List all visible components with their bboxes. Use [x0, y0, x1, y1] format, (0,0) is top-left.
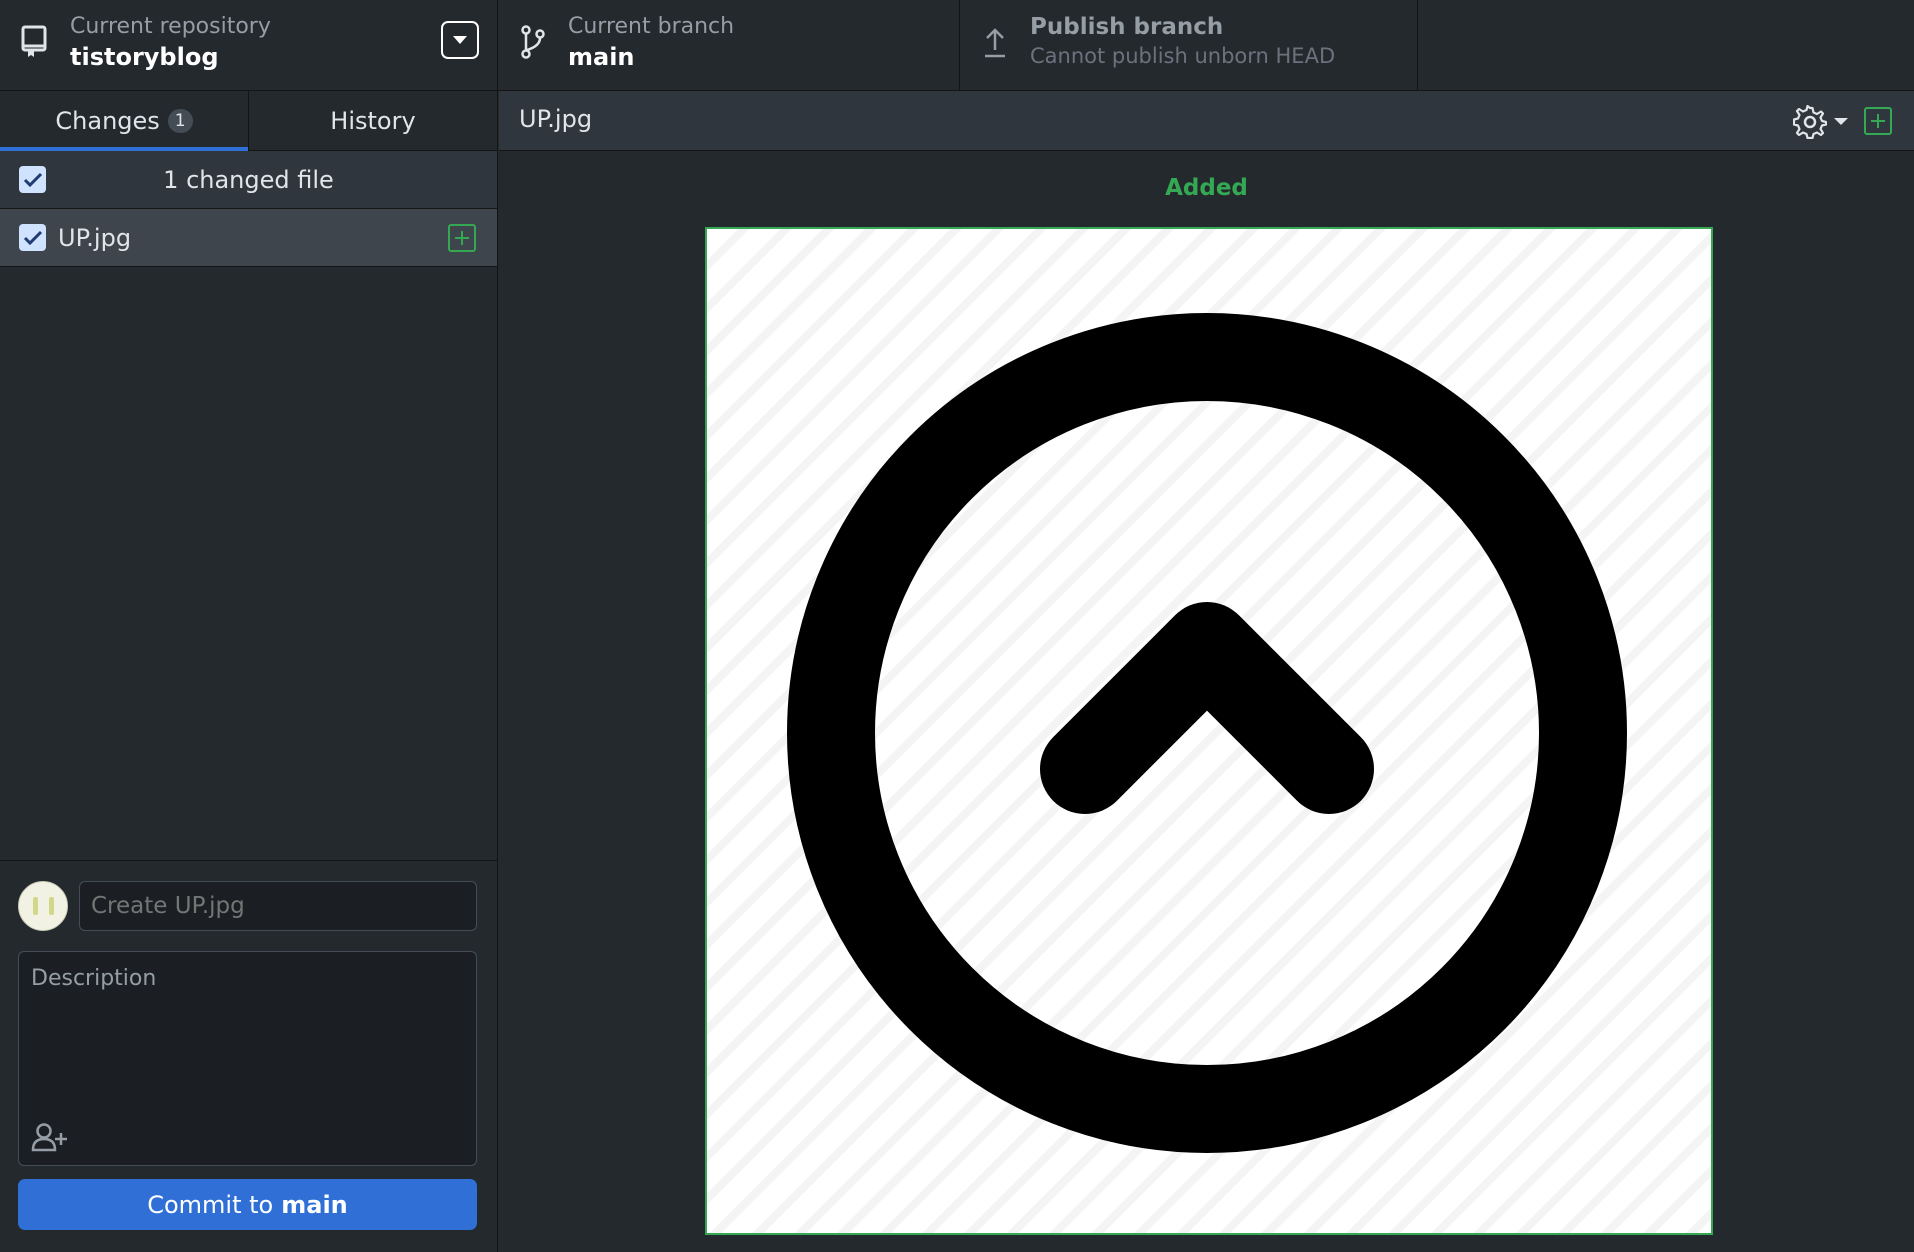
repository-dropdown-button[interactable]	[441, 21, 479, 59]
file-added-icon	[1864, 107, 1892, 135]
file-checkbox[interactable]	[19, 224, 46, 251]
tab-changes-label: Changes	[55, 107, 160, 135]
checkbox-icon	[23, 230, 42, 245]
upload-icon	[985, 28, 1005, 58]
branch-name: main	[568, 43, 635, 71]
repository-name: tistoryblog	[70, 43, 219, 71]
repository-label: Current repository	[70, 14, 271, 39]
file-added-icon	[448, 224, 476, 252]
sidebar: Changes 1 History 1 changed file UP.jpg	[0, 91, 498, 1252]
avatar-eye-right	[49, 897, 54, 915]
dropdown-icon	[453, 36, 467, 44]
avatar-eye-left	[33, 897, 38, 915]
commit-form: Description Commit to main	[0, 860, 497, 1252]
tab-history-label: History	[330, 107, 416, 135]
repo-icon	[21, 25, 47, 57]
sidebar-tabs: Changes 1 History	[0, 91, 497, 151]
commit-summary-input[interactable]	[79, 881, 477, 931]
tab-history[interactable]: History	[248, 91, 497, 151]
commit-button-prefix: Commit to	[147, 1190, 274, 1219]
commit-description-field[interactable]: Description	[18, 951, 477, 1166]
publish-branch-description: Cannot publish unborn HEAD	[1030, 44, 1336, 68]
diff-view: UP.jpg Added	[499, 91, 1914, 1252]
branch-selector[interactable]: Current branch main	[498, 0, 960, 91]
select-all-checkbox[interactable]	[19, 166, 46, 193]
publish-branch-button[interactable]: Publish branch Cannot publish unborn HEA…	[960, 0, 1418, 91]
branch-icon	[521, 25, 545, 59]
file-name: UP.jpg	[58, 223, 132, 252]
tab-changes[interactable]: Changes 1	[0, 91, 248, 151]
changes-header: 1 changed file	[0, 151, 497, 209]
changed-files-count: 1 changed file	[163, 165, 334, 194]
diff-file-path: UP.jpg	[519, 105, 593, 133]
branch-label: Current branch	[568, 14, 735, 39]
diff-header: UP.jpg	[499, 91, 1914, 151]
repository-selector[interactable]: Current repository tistoryblog	[0, 0, 498, 91]
arrow-up-circle-icon	[787, 313, 1627, 1153]
chevron-down-icon[interactable]	[1834, 118, 1848, 125]
changes-count-badge: 1	[167, 109, 193, 133]
diff-status-label: Added	[1165, 175, 1248, 201]
toolbar: Current repository tistoryblog Current b…	[0, 0, 1914, 91]
commit-button-branch: main	[281, 1190, 348, 1219]
gear-icon[interactable]	[1793, 105, 1827, 139]
avatar	[18, 881, 68, 931]
commit-description-placeholder: Description	[31, 966, 157, 991]
publish-branch-label: Publish branch	[1030, 14, 1224, 40]
commit-button[interactable]: Commit to main	[18, 1179, 477, 1230]
file-list-item[interactable]: UP.jpg	[0, 209, 497, 267]
checkbox-icon	[23, 172, 42, 187]
image-preview	[705, 227, 1713, 1235]
coauthor-icon[interactable]	[31, 1121, 69, 1153]
